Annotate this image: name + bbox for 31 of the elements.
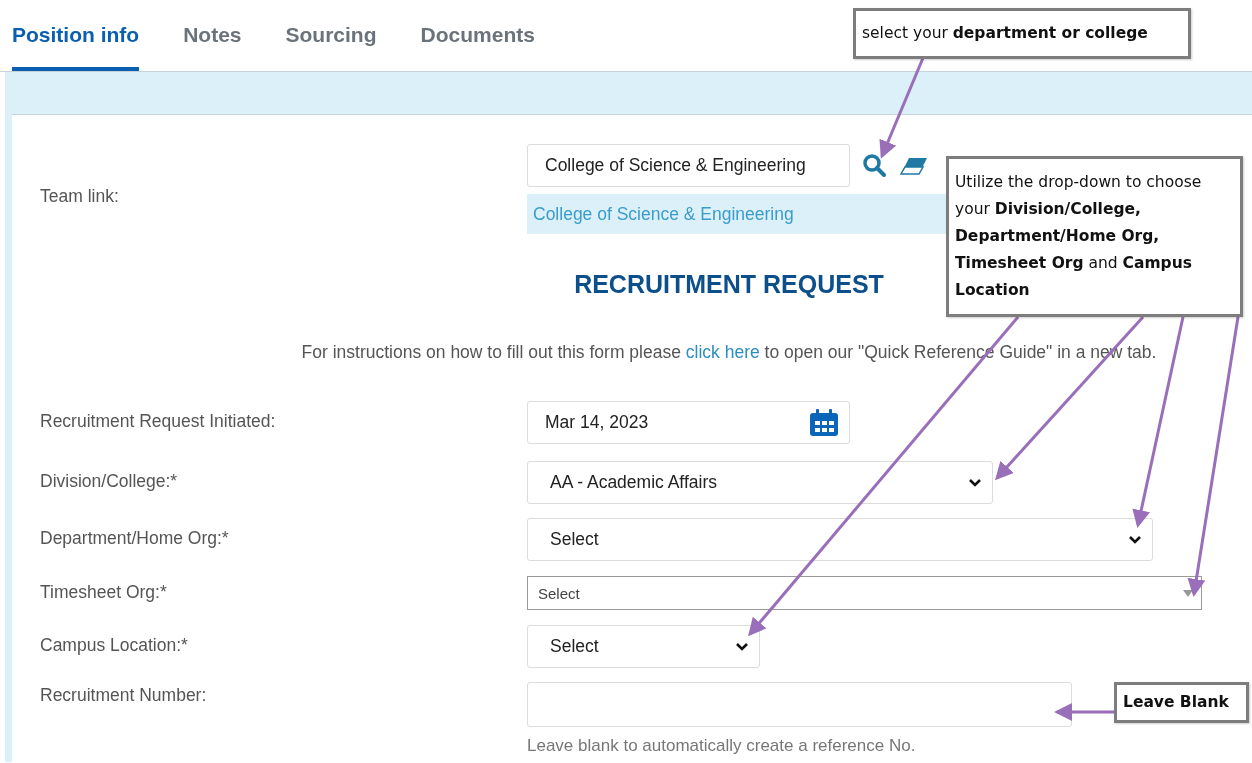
dropdown[interactable]: AA - Academic Affairs <box>527 461 993 504</box>
input-field[interactable] <box>527 682 1072 727</box>
calendar-icon[interactable] <box>809 408 839 437</box>
callout-note: Utilize the drop-down to choose your Division/College, Department/Home Org, Timesheet Org and Campus Location <box>946 156 1243 317</box>
field-label: Department/Home Org:* <box>40 527 230 549</box>
callout-note: select your department or college <box>853 8 1191 59</box>
callout-note: Leave Blank <box>1114 682 1249 723</box>
field-label: Recruitment Request Initiated: <box>40 410 277 432</box>
chevron-icon <box>735 641 749 652</box>
field-label: Team link: <box>40 185 120 207</box>
chevron-icon <box>1128 534 1142 545</box>
field-label: Campus Location:* <box>40 634 189 656</box>
arrow <box>1054 703 1114 721</box>
tab[interactable]: Notes <box>183 0 242 71</box>
field-label: Division/College:* <box>40 470 179 492</box>
date-field[interactable]: Mar 14, 2023 <box>527 401 850 444</box>
click-here-link[interactable]: click here <box>685 342 760 362</box>
input-field[interactable]: College of Science & Engineering <box>527 144 850 187</box>
field-label: Recruitment Number: <box>40 684 208 706</box>
search-icon[interactable] <box>862 152 888 179</box>
tab[interactable]: Sourcing <box>285 0 377 71</box>
triangle-down-icon <box>1183 589 1193 597</box>
form-title: RECRUITMENT REQUEST <box>574 269 884 299</box>
dropdown[interactable]: Select <box>527 576 1202 610</box>
tab[interactable]: Documents <box>420 0 535 71</box>
chevron-icon <box>968 477 982 488</box>
dropdown[interactable]: Select <box>527 625 760 668</box>
field-label: Timesheet Org:* <box>40 581 168 603</box>
eraser-icon[interactable] <box>900 156 928 175</box>
hint-text: Leave blank to automatically create a reference No. <box>527 736 916 756</box>
dropdown[interactable]: Select <box>527 518 1153 561</box>
